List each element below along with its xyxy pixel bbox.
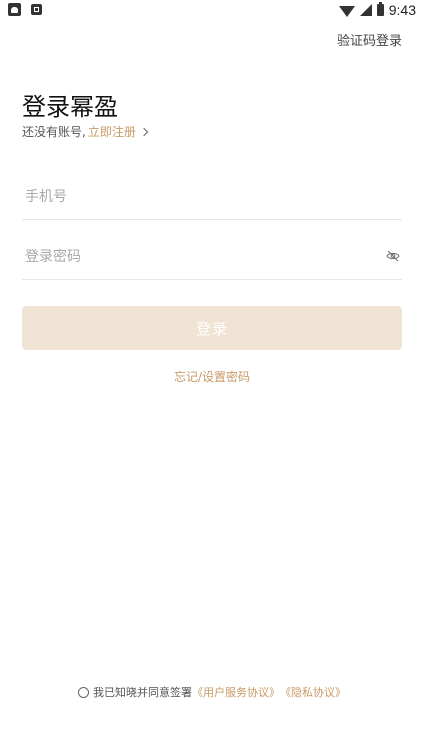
- battery-icon: [376, 2, 384, 16]
- page-title: 登录幂盈: [22, 93, 118, 121]
- login-button[interactable]: 登录: [22, 306, 402, 350]
- agreement-line: 我已知晓并同意签署 《用户服务协议》 《隐私协议》: [0, 684, 424, 700]
- eye-off-icon[interactable]: [386, 249, 400, 263]
- password-input[interactable]: [25, 243, 365, 271]
- agree-checkbox[interactable]: [78, 686, 89, 698]
- no-account-text: 还没有账号,: [22, 125, 86, 139]
- password-field: [22, 235, 402, 280]
- register-link[interactable]: 立即注册: [88, 123, 136, 140]
- status-bar: 9:43: [0, 0, 424, 22]
- status-right: 9:43: [338, 2, 416, 18]
- agreement-prefix: 我已知晓并同意签署: [93, 686, 192, 699]
- user-agreement-link[interactable]: 《用户服务协议》: [192, 684, 280, 700]
- wifi-icon: [338, 5, 355, 17]
- chevron-right-icon[interactable]: [139, 127, 149, 137]
- notification-icon: [31, 4, 42, 15]
- register-line: 还没有账号, 立即注册: [22, 123, 149, 140]
- status-time: 9:43: [388, 2, 416, 18]
- forgot-password-link[interactable]: 忘记/设置密码: [0, 368, 424, 385]
- sms-login-link[interactable]: 验证码登录: [337, 30, 402, 49]
- phone-input[interactable]: [25, 183, 365, 211]
- android-icon: [8, 3, 21, 16]
- phone-field: [22, 175, 402, 220]
- cellular-icon: [359, 4, 372, 16]
- status-left: [8, 3, 42, 16]
- privacy-agreement-link[interactable]: 《隐私协议》: [280, 684, 346, 700]
